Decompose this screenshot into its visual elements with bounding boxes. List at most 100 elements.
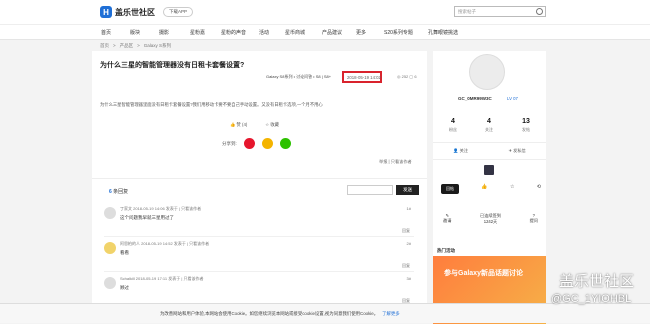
nav-events[interactable]: 活动 [259,29,269,36]
comment-date: 2018-05-19 14:06 [133,206,165,211]
logo-mark-icon: H [100,6,112,18]
comments-count-label: 条回复 [113,189,129,195]
watermark-line2: @GC_1YIOHBL [551,293,632,305]
comment-extra: 发表于 | 只看该作者 [168,276,204,281]
comment-item: 丁家文 2018-05-19 14:06 发表于 | 只看该作者 这个问题我早就… [104,203,414,237]
comment-date: 2018-05-19 14:52 [141,241,173,246]
nav-glasses[interactable]: 孔舞眼镜挑选 [428,29,458,36]
stat-label: 粉丝 [449,127,457,132]
comment-text: 顾过 [120,285,129,290]
nav-s20[interactable]: S20系列专题 [384,29,413,36]
comment-search-input[interactable] [347,185,393,195]
logo-text: 盖乐世社区 [115,7,155,17]
breadcrumb-section[interactable]: 产品区 [120,43,134,49]
sign-tools: ✎ 邀请 已连续签到 1242天 ? 提问 [443,213,538,225]
share-row: 分享到: [222,138,291,149]
comment-user[interactable]: 丁家文 [120,206,132,211]
comments-count-value: 6 [109,189,112,195]
question-label: 提问 [529,218,538,223]
comment-user[interactable]: 阿思柏的人 [120,241,140,246]
nav-home[interactable]: 首页 [101,29,111,36]
post-report[interactable]: 举报 | 只看该作者 [379,159,412,165]
nav-suggestions[interactable]: 产品建议 [322,29,342,36]
weibo-icon[interactable] [243,138,255,149]
breadcrumb-separator: > [137,43,140,48]
post-title: 为什么三星的智能管理器没有日租卡套餐设置? [100,62,245,69]
site-logo[interactable]: H 盖乐世社区 [100,6,155,18]
comment-item: Schalkill 2018-05-19 17:11 发表于 | 只看该作者 顾… [104,273,414,307]
question-tool[interactable]: ? 提问 [530,213,538,225]
search-box[interactable]: 搜索帖子 [454,6,546,17]
stat-label: 关注 [485,127,493,132]
post-meta: Galaxy S8系列 • 讨论问答 • S8 | S8+ [266,74,332,79]
comment-user[interactable]: Schalkill [120,276,135,281]
nav-fans[interactable]: 星粉嘉 [190,29,205,36]
favorite-label: 收藏 [270,122,279,127]
views-count: 252 [401,74,409,79]
comment-meta: 丁家文 2018-05-19 14:06 发表于 | 只看该作者 [120,206,201,212]
comments-count-title: 6 条回复 [109,188,128,195]
post-toolbar: 回帖 👍 ☆ ⟲ [441,184,541,194]
post-panel: 为什么三星的智能管理器没有日租卡套餐设置? Galaxy S8系列 • 讨论问答… [92,51,427,323]
breadcrumb-current[interactable]: Galaxy S系列 [144,43,171,49]
cookie-text: 为改善网站和用户体验,本网站会使用Cookie。如您继续浏览本网站或接受cook… [160,311,400,317]
comment-extra: 发表于 | 只看该作者 [165,206,202,211]
profile-avatar[interactable] [469,54,505,90]
reply-button[interactable]: 回帖 [441,184,459,194]
profile-actions: 👤 关注 ✈ 发私信 [433,142,546,160]
profile-name[interactable]: GC_0MR99W3C [458,96,492,101]
banner-text: 参与Galaxy新品话题讨论 [444,270,523,277]
comment-extra: 发表于 | 只看该作者 [173,241,210,246]
stat-posts[interactable]: 13 发帖 [513,118,539,133]
search-icon[interactable] [536,8,543,15]
checkin-tool[interactable]: 已连续签到 1242天 [480,213,501,225]
stat-follow[interactable]: 4 关注 [476,118,502,133]
invite-label: 邀请 [443,218,452,223]
breadcrumb-home[interactable]: 首页 [100,43,109,49]
stat-fans[interactable]: 4 粉丝 [440,118,466,133]
like-button[interactable]: 👍 赞 (4) [230,122,247,128]
comment-send-button[interactable]: 发送 [396,185,419,195]
comments-count: 6 [414,74,417,79]
nav-more[interactable]: 更多 [356,29,366,36]
comment-avatar[interactable] [104,277,116,289]
hot-events-title: 热门活动 [437,248,455,253]
thumb-icon[interactable]: 👍 [481,184,487,194]
profile-level: LV 07 [507,96,518,101]
comment-reply[interactable]: 回复 [402,228,410,234]
stat-value: 4 [487,118,491,125]
comment-floor: 3# [406,276,411,281]
share-icon[interactable]: ⟲ [537,184,541,194]
stat-value: 4 [451,118,455,125]
invite-tool[interactable]: ✎ 邀请 [443,213,451,225]
comment-meta: 阿思柏的人 2018-05-19 14:52 发表于 | 只看该作者 [120,241,209,247]
comments-header: 6 条回复 发送 [92,178,427,205]
comment-avatar[interactable] [104,207,116,219]
qzone-icon[interactable] [261,138,273,149]
comment-text: 这个问题我早就三星用过了 [120,215,174,220]
comment-avatar[interactable] [104,242,116,254]
level-badge-icon [484,165,494,175]
nav-sections[interactable]: 版块 [130,29,140,36]
top-bar: H 盖乐世社区 下载APP 搜索帖子 [0,0,650,24]
star-icon[interactable]: ☆ [510,184,514,194]
search-placeholder: 搜索帖子 [458,9,476,14]
comment-reply[interactable]: 回复 [402,263,410,269]
watermark-line1: 盖乐世社区 [559,273,635,290]
profile-panel: GC_0MR99W3C LV 07 4 粉丝 4 关注 13 发帖 👤 关注 ✈… [433,51,546,324]
comment-text: 看看 [120,250,129,255]
favorite-button[interactable]: ☆ 收藏 [265,122,279,128]
message-button[interactable]: ✈ 发私信 [508,148,525,154]
follow-button[interactable]: 👤 关注 [453,148,468,154]
comment-date: 2018-05-19 17:11 [135,276,168,281]
download-app-button[interactable]: 下载APP [163,7,194,17]
nav-shop[interactable]: 星币商城 [285,29,305,36]
share-label: 分享到: [222,140,237,146]
breadcrumb-separator: > [113,43,116,48]
main-nav: 首页 版块 摄影 星粉嘉 星粉的声音 活动 星币商城 产品建议 更多 S20系列… [0,24,650,62]
post-body: 为什么三星智能管理器里面没有日租卡套餐设置?我们用移动卡要不要自己手动设置。又没… [100,102,323,107]
nav-photo[interactable]: 摄影 [159,29,169,36]
wechat-icon[interactable] [279,138,291,149]
cookie-more-link[interactable]: 了解更多 [382,311,400,316]
nav-fans-voice[interactable]: 星粉的声音 [221,29,246,36]
